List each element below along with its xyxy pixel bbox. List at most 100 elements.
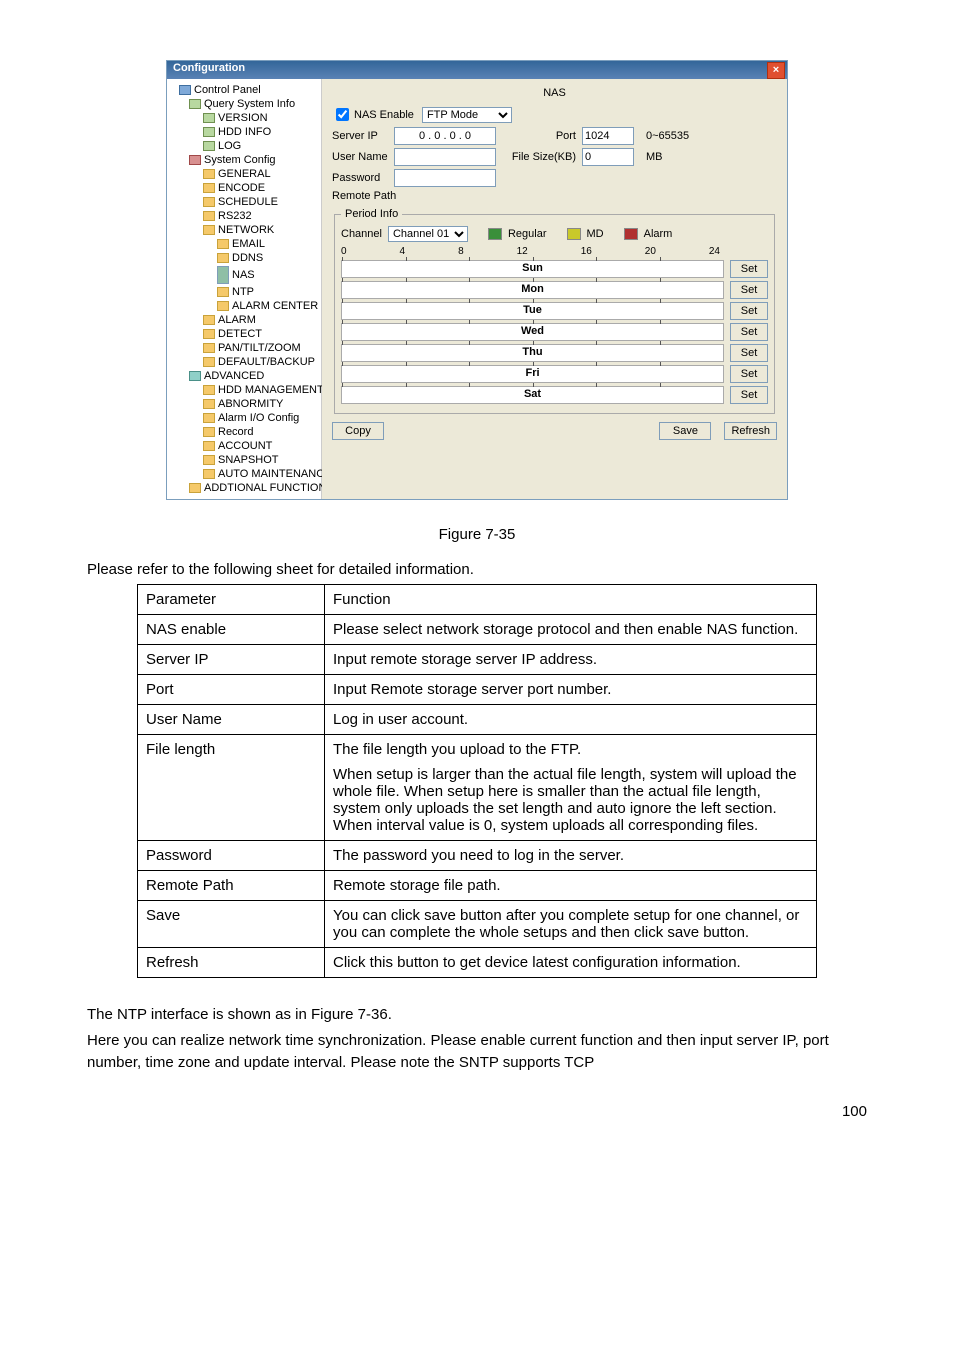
tree-hdd-info[interactable]: HDD INFO [169,125,319,139]
day-bar-thu[interactable]: Thu [341,344,724,362]
day-bar-sun[interactable]: Sun [341,260,724,278]
period-info-group: Period Info Channel Channel 01 Regular M… [334,208,775,414]
port-input[interactable] [582,127,634,145]
save-button[interactable]: Save [659,422,711,440]
channel-select[interactable]: Channel 01 [388,226,468,242]
col-function: Function [325,585,817,615]
titlebar: Configuration × [167,61,787,79]
tree-snapshot[interactable]: SNAPSHOT [169,453,319,467]
day-row-wed: Wed Set [341,323,768,341]
folder-icon [189,483,201,493]
body-text-1: The NTP interface is shown as in Figure … [87,1004,867,1026]
table-row: File lengthThe file length you upload to… [138,735,817,841]
folder-icon [203,141,215,151]
day-bar-fri[interactable]: Fri [341,365,724,383]
table-header-row: Parameter Function [138,585,817,615]
tree-record[interactable]: Record [169,425,319,439]
folder-icon [203,455,215,465]
intro-text: Please refer to the following sheet for … [87,561,867,578]
table-row: Server IPInput remote storage server IP … [138,645,817,675]
tree-encode[interactable]: ENCODE [169,181,319,195]
folder-icon [203,113,215,123]
param-cell: Port [138,675,325,705]
user-name-input[interactable] [394,148,496,166]
refresh-button[interactable]: Refresh [724,422,777,440]
tree-rs232[interactable]: RS232 [169,209,319,223]
day-row-mon: Mon Set [341,281,768,299]
tree-auto-maintenance[interactable]: AUTO MAINTENANCE [169,467,319,481]
tree-advanced[interactable]: ADVANCED [169,369,319,383]
day-bar-mon[interactable]: Mon [341,281,724,299]
day-label: Thu [342,346,723,358]
tree-abnormity[interactable]: ABNORMITY [169,397,319,411]
func-cell: The password you need to log in the serv… [325,841,817,871]
swatch-md-icon [567,228,581,240]
tree-email[interactable]: EMAIL [169,237,319,251]
tree-ntp[interactable]: NTP [169,285,319,299]
password-input[interactable] [394,169,496,187]
tree-detect[interactable]: DETECT [169,327,319,341]
day-label: Mon [342,283,723,295]
folder-icon [203,469,215,479]
func-cell: Remote storage file path. [325,871,817,901]
day-bar-sat[interactable]: Sat [341,386,724,404]
tree-nas[interactable]: NAS [169,265,319,285]
folder-icon [203,315,215,325]
tree-default[interactable]: DEFAULT/BACKUP [169,355,319,369]
tree-network[interactable]: NETWORK [169,223,319,237]
set-button-wed[interactable]: Set [730,323,768,341]
folder-icon [189,371,201,381]
tree-query-system-info[interactable]: Query System Info [169,97,319,111]
tree-system-config[interactable]: System Config [169,153,319,167]
day-label: Sat [342,388,723,400]
tree-version[interactable]: VERSION [169,111,319,125]
ftp-mode-select[interactable]: FTP Mode [422,107,512,123]
table-row: PasswordThe password you need to log in … [138,841,817,871]
set-button-tue[interactable]: Set [730,302,768,320]
day-row-fri: Fri Set [341,365,768,383]
channel-label: Channel [341,228,382,240]
set-button-sat[interactable]: Set [730,386,768,404]
tree-ddns[interactable]: DDNS [169,251,319,265]
set-button-sun[interactable]: Set [730,260,768,278]
day-row-thu: Thu Set [341,344,768,362]
tree-hdd-management[interactable]: HDD MANAGEMENT [169,383,319,397]
copy-button[interactable]: Copy [332,422,384,440]
tree-alarm[interactable]: ALARM [169,313,319,327]
nas-enable-checkbox[interactable] [336,108,349,121]
set-button-mon[interactable]: Set [730,281,768,299]
folder-icon [217,301,229,311]
folder-icon [217,287,229,297]
folder-icon [217,266,229,284]
close-icon[interactable]: × [767,62,785,79]
nav-tree: Control Panel Query System Info VERSION … [167,79,322,499]
func-cell: Click this button to get device latest c… [325,948,817,978]
table-row: PortInput Remote storage server port num… [138,675,817,705]
folder-icon [203,357,215,367]
server-ip-input[interactable] [394,127,496,145]
tree-ptz[interactable]: PAN/TILT/ZOOM [169,341,319,355]
set-button-thu[interactable]: Set [730,344,768,362]
regular-label: Regular [508,228,547,240]
day-row-tue: Tue Set [341,302,768,320]
tree-alarm-center[interactable]: ALARM CENTER [169,299,319,313]
tree-general[interactable]: GENERAL [169,167,319,181]
tree-schedule[interactable]: SCHEDULE [169,195,319,209]
time-axis: 0 4 8 12 16 20 24 [341,246,768,257]
set-button-fri[interactable]: Set [730,365,768,383]
tree-additional-function[interactable]: ADDTIONAL FUNCTION [169,481,319,495]
day-bar-tue[interactable]: Tue [341,302,724,320]
tree-alarm-io[interactable]: Alarm I/O Config [169,411,319,425]
param-cell: File length [138,735,325,841]
folder-icon [203,385,215,395]
tree-account[interactable]: ACCOUNT [169,439,319,453]
page-number: 100 [87,1103,867,1120]
filesize-input[interactable] [582,148,634,166]
day-label: Fri [342,367,723,379]
folder-icon [203,225,215,235]
func-cell: Please select network storage protocol a… [325,615,817,645]
panel-title: NAS [332,87,777,99]
day-bar-wed[interactable]: Wed [341,323,724,341]
tree-log[interactable]: LOG [169,139,319,153]
tree-control-panel[interactable]: Control Panel [169,83,319,97]
